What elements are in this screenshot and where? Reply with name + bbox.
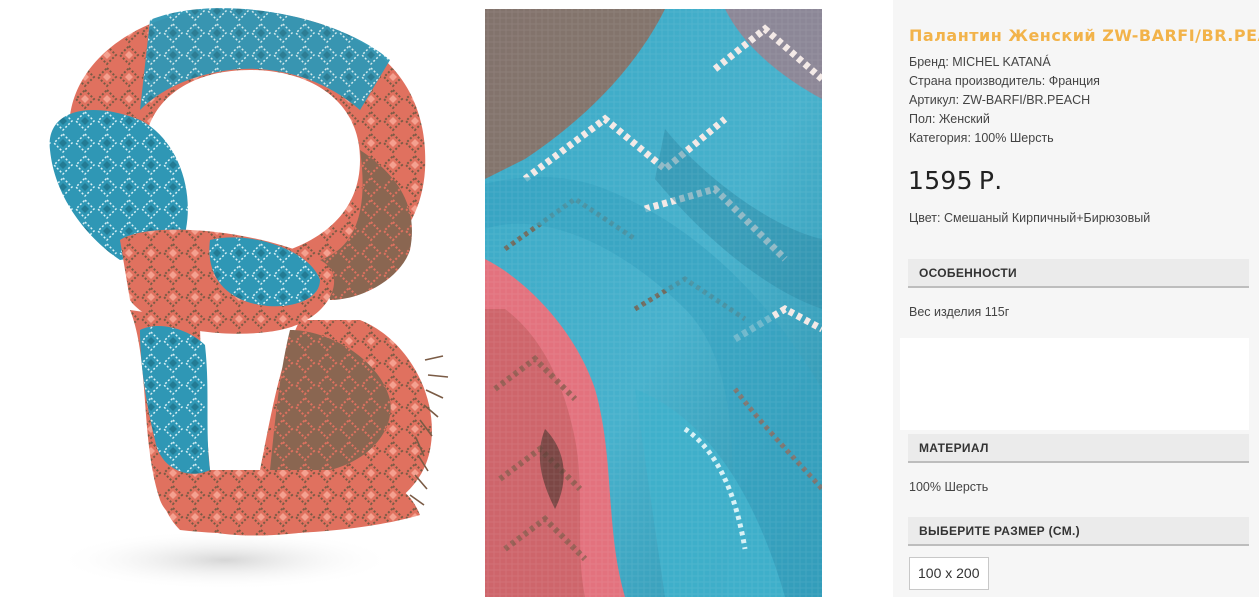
spec-gender: ПолЖенский	[909, 110, 1249, 129]
price-currency: Р.	[978, 166, 1003, 195]
material-section-body: 100% Шерсть	[909, 480, 989, 494]
spec-value: Франция	[1048, 74, 1100, 88]
spec-article: АртикулZW-BARFI/BR.PEACH	[909, 91, 1249, 110]
features-section-body: Вес изделия 115г	[909, 305, 1010, 319]
spec-value: ZW-BARFI/BR.PEACH	[962, 93, 1091, 107]
spec-country: Страна производительФранция	[909, 72, 1249, 91]
price-amount: 1595	[908, 166, 973, 195]
product-photo-detail[interactable]	[485, 9, 822, 597]
spec-label: Страна производитель	[909, 74, 1049, 88]
product-spec-list: БрендMICHEL KATANÁ Страна производительФ…	[909, 53, 1249, 148]
product-page: Палантин Женский ZW-BARFI/BR.PEACH Бренд…	[0, 0, 1259, 597]
spec-value: Женский	[938, 112, 990, 126]
features-section-header[interactable]: ОСОБЕННОСТИ	[908, 259, 1249, 288]
product-price: 1595 Р.	[908, 166, 1002, 195]
size-option-button[interactable]: 100 x 200	[909, 557, 989, 590]
spec-value: MICHEL KATANÁ	[952, 55, 1051, 69]
spec-label: Категория	[909, 131, 974, 145]
material-section-header[interactable]: МАТЕРИАЛ	[908, 434, 1249, 463]
size-section-header: ВЫБЕРИТЕ РАЗМЕР (СМ.)	[908, 517, 1249, 546]
spec-brand: БрендMICHEL KATANÁ	[909, 53, 1249, 72]
spec-value: 100% Шерсть	[974, 131, 1054, 145]
product-color: ЦветСмешаный Кирпичный+Бирюзовый	[909, 211, 1150, 225]
spec-label: Артикул	[909, 93, 963, 107]
scarf-knot-illustration	[49, 8, 449, 590]
spec-label: Бренд	[909, 55, 952, 69]
product-photo-main[interactable]	[30, 0, 470, 597]
scarf-fabric-closeup	[485, 9, 822, 597]
product-title: Палантин Женский ZW-BARFI/BR.PEACH	[909, 26, 1259, 45]
spec-category: Категория100% Шерсть	[909, 129, 1249, 148]
spec-label: Пол	[909, 112, 939, 126]
color-label: Цвет	[909, 211, 944, 225]
color-value: Смешаный Кирпичный+Бирюзовый	[943, 211, 1151, 225]
product-info-panel: Палантин Женский ZW-BARFI/BR.PEACH Бренд…	[893, 0, 1259, 597]
features-content-area	[900, 338, 1249, 430]
